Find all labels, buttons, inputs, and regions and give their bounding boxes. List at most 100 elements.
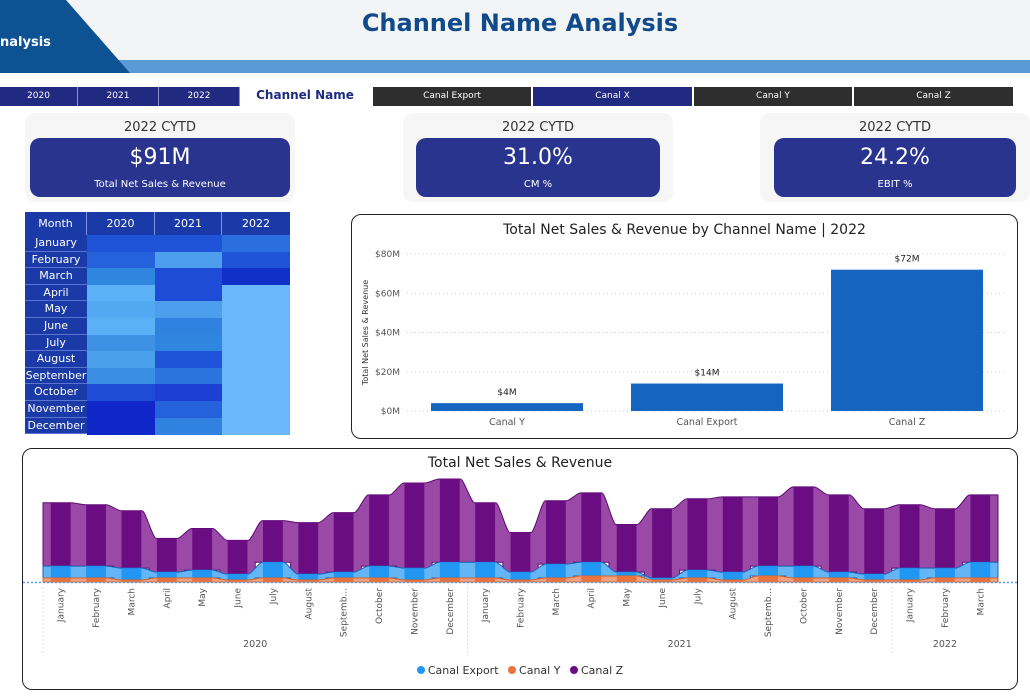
matrix-cell[interactable] (222, 417, 290, 435)
matrix-cell[interactable] (222, 367, 290, 385)
series-column-canal-z[interactable] (652, 508, 672, 579)
series-column-canal-y[interactable] (970, 578, 991, 582)
series-column-canal-y[interactable] (935, 578, 955, 582)
year-slicer-2021[interactable]: 2021 (78, 87, 159, 106)
matrix-cell[interactable] (155, 268, 222, 286)
matrix-cell[interactable] (155, 284, 222, 302)
series-column-canal-y[interactable] (687, 578, 708, 582)
series-column-canal-z[interactable] (121, 510, 142, 569)
series-column-canal-export[interactable] (156, 572, 177, 579)
matrix-cell[interactable] (87, 401, 155, 419)
series-column-canal-y[interactable] (581, 576, 602, 582)
matrix-cell[interactable] (222, 334, 290, 352)
series-column-canal-export[interactable] (687, 570, 708, 579)
series-column-canal-export[interactable] (793, 566, 814, 579)
matrix-cell[interactable] (222, 284, 290, 302)
legend-item-canal-export[interactable]: Canal Export (416, 664, 499, 677)
series-column-canal-y[interactable] (864, 580, 885, 582)
year-slicer-2022[interactable]: 2022 (159, 87, 240, 106)
matrix-cell[interactable] (155, 417, 222, 435)
matrix-cell[interactable] (87, 284, 155, 302)
matrix-cell[interactable] (222, 251, 290, 269)
series-column-canal-z[interactable] (156, 538, 177, 573)
legend-item-canal-y[interactable]: Canal Y (508, 664, 560, 677)
series-column-canal-y[interactable] (156, 578, 177, 582)
series-column-canal-y[interactable] (50, 578, 71, 582)
series-column-canal-z[interactable] (899, 504, 920, 569)
series-column-canal-y[interactable] (758, 576, 778, 582)
series-column-canal-y[interactable] (652, 580, 672, 582)
series-column-canal-export[interactable] (50, 566, 71, 579)
legend-item-canal-z[interactable]: Canal Z (569, 664, 623, 677)
series-column-canal-export[interactable] (404, 568, 425, 581)
series-column-canal-z[interactable] (935, 508, 955, 569)
series-column-canal-export[interactable] (864, 574, 885, 581)
series-column-canal-export[interactable] (510, 572, 531, 581)
series-column-canal-z[interactable] (475, 502, 496, 563)
series-column-canal-y[interactable] (404, 580, 425, 582)
series-column-canal-export[interactable] (121, 568, 142, 581)
series-column-canal-z[interactable] (970, 494, 991, 563)
series-column-canal-export[interactable] (298, 574, 319, 581)
series-column-canal-y[interactable] (545, 578, 566, 582)
series-column-canal-export[interactable] (369, 566, 389, 579)
matrix-cell[interactable] (87, 384, 155, 402)
series-column-canal-export[interactable] (970, 562, 991, 579)
series-column-canal-export[interactable] (616, 572, 637, 577)
series-column-canal-z[interactable] (722, 496, 743, 573)
series-column-canal-z[interactable] (510, 532, 531, 573)
channel-slicer-canal-export[interactable]: Canal Export (373, 87, 531, 106)
series-column-canal-export[interactable] (545, 564, 566, 579)
matrix-cell[interactable] (155, 367, 222, 385)
matrix-cell[interactable] (222, 268, 290, 286)
series-column-canal-y[interactable] (192, 578, 213, 582)
series-column-canal-export[interactable] (475, 562, 496, 579)
series-column-canal-y[interactable] (298, 580, 319, 582)
channel-slicer-canal-x[interactable]: Canal X (533, 87, 692, 106)
channel-slicer-canal-z[interactable]: Canal Z (854, 87, 1013, 106)
matrix-cell[interactable] (222, 301, 290, 319)
matrix-cell[interactable] (87, 318, 155, 336)
series-column-canal-z[interactable] (581, 492, 602, 563)
series-column-canal-z[interactable] (298, 522, 319, 575)
series-column-canal-export[interactable] (192, 570, 213, 579)
series-column-canal-y[interactable] (828, 578, 849, 582)
series-column-canal-y[interactable] (227, 580, 248, 582)
series-column-canal-export[interactable] (899, 568, 920, 581)
matrix-cell[interactable] (87, 301, 155, 319)
series-column-canal-z[interactable] (333, 512, 354, 573)
series-column-canal-z[interactable] (404, 482, 425, 569)
series-column-canal-z[interactable] (616, 524, 637, 573)
matrix-cell[interactable] (155, 251, 222, 269)
series-column-canal-export[interactable] (439, 562, 460, 579)
series-column-canal-z[interactable] (263, 520, 283, 563)
series-column-canal-export[interactable] (581, 562, 602, 577)
channel-slicer-canal-y[interactable]: Canal Y (694, 87, 852, 106)
series-column-canal-z[interactable] (828, 494, 849, 573)
series-column-canal-y[interactable] (722, 580, 743, 582)
series-column-canal-z[interactable] (439, 479, 460, 563)
matrix-cell[interactable] (222, 235, 290, 253)
bar[interactable] (631, 383, 783, 411)
series-column-canal-y[interactable] (121, 580, 142, 582)
series-column-canal-y[interactable] (439, 578, 460, 582)
series-column-canal-y[interactable] (793, 578, 814, 582)
series-column-canal-z[interactable] (793, 486, 814, 567)
matrix-cell[interactable] (87, 251, 155, 269)
matrix-cell[interactable] (155, 318, 222, 336)
series-column-canal-y[interactable] (475, 578, 496, 582)
series-column-canal-export[interactable] (263, 562, 283, 579)
year-slicer-2020[interactable]: 2020 (0, 87, 78, 106)
series-column-canal-y[interactable] (333, 578, 354, 582)
matrix-cell[interactable] (87, 334, 155, 352)
series-column-canal-export[interactable] (227, 574, 248, 581)
series-column-canal-z[interactable] (687, 498, 708, 571)
series-column-canal-y[interactable] (86, 578, 106, 582)
matrix-cell[interactable] (155, 401, 222, 419)
matrix-cell[interactable] (87, 235, 155, 253)
matrix-cell[interactable] (222, 384, 290, 402)
matrix-cell[interactable] (87, 268, 155, 286)
series-column-canal-export[interactable] (828, 572, 849, 579)
series-column-canal-y[interactable] (510, 580, 531, 582)
series-column-canal-y[interactable] (369, 578, 389, 582)
